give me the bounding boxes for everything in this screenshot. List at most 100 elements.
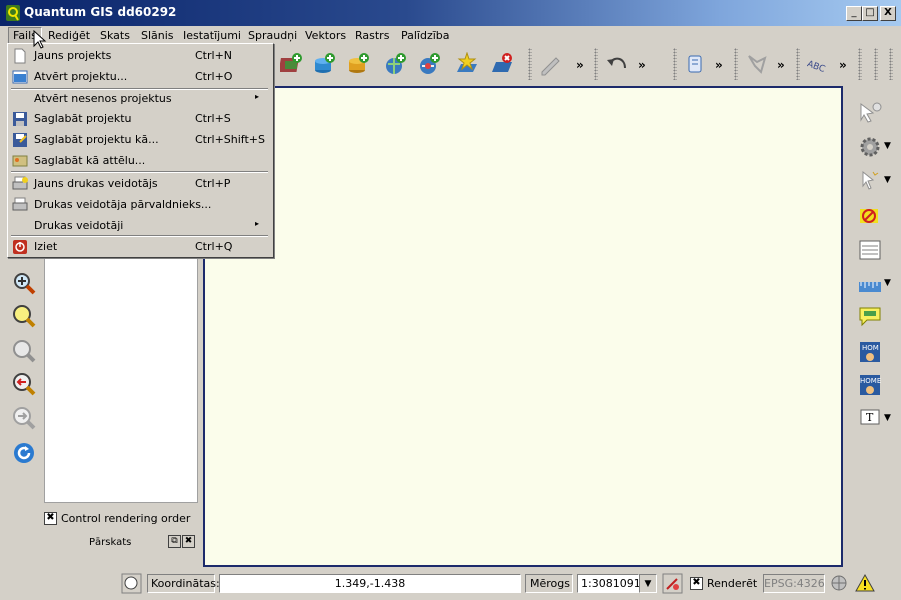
toolbar-overflow-4[interactable]: » [777,58,785,72]
toolbar-overflow-2[interactable]: » [638,58,646,72]
crs-button[interactable]: EPSG:4326 [763,574,825,593]
add-postgis-layer-icon[interactable] [313,52,337,76]
zoom-last-icon[interactable] [11,371,37,397]
menu-item-print-composers[interactable]: Drukas veidotāji ▸ [8,216,271,235]
minimize-button[interactable]: _ [846,6,862,21]
menu-item-exit[interactable]: Iziet Ctrl+Q [8,237,271,256]
close-button[interactable]: X [880,6,896,21]
new-bookmark-icon[interactable]: HOM [857,339,883,365]
toolbar-overflow-3[interactable]: » [715,58,723,72]
toolbar-grip[interactable] [528,48,532,80]
svg-text:HOM: HOM [862,344,879,352]
messages-icon[interactable] [121,573,142,594]
menu-item-label: Jauns drukas veidotājs [34,177,158,190]
menu-raster[interactable]: Rastrs [351,28,393,44]
zoom-layer-icon[interactable] [11,338,37,364]
overview-close-button[interactable]: ✖ [182,535,195,548]
undo-icon[interactable] [605,52,629,76]
toggle-editing-icon[interactable] [538,52,562,76]
coordinates-display[interactable]: 1.349,-1.438 [219,574,521,593]
zoom-next-icon[interactable] [11,405,37,431]
text-annotation-icon[interactable]: T [857,406,883,432]
select-features-icon[interactable] [857,168,883,194]
svg-text:HOME: HOME [860,377,881,385]
toolbar-grip[interactable] [858,48,862,80]
add-spatialite-layer-icon[interactable] [347,52,371,76]
menu-item-new-project[interactable]: Jauns projekts Ctrl+N [8,46,271,65]
new-shapefile-layer-icon[interactable] [455,52,479,76]
label-tool-icon[interactable]: ABC [807,52,831,76]
toolbar-grip[interactable] [796,48,800,80]
maximize-button[interactable]: □ [862,6,878,21]
render-label: Renderēt [707,577,758,590]
toolbar-grip[interactable] [673,48,677,80]
submenu-arrow-icon: ▸ [255,92,260,101]
render-checkbox[interactable]: ✖ [690,577,703,590]
mouse-cursor-icon [33,30,47,49]
settings-gear-icon[interactable] [857,134,883,160]
menu-view[interactable]: Skats [96,28,134,44]
menu-vector[interactable]: Vektors [301,28,350,44]
menu-item-new-print-composer[interactable]: Jauns drukas veidotājs Ctrl+P [8,174,271,193]
stop-render-icon[interactable] [662,573,683,594]
zoom-full-icon[interactable] [11,303,37,329]
python-console-icon[interactable] [683,52,707,76]
menu-item-open-project[interactable]: Atvērt projektu... Ctrl+O [8,67,271,86]
scale-combobox[interactable]: 1:3081091 [577,574,641,593]
save-project-icon [13,112,27,126]
toolbar-overflow-5[interactable]: » [839,58,847,72]
menu-item-save-project[interactable]: Saglabāt projektu Ctrl+S [8,109,271,128]
menu-item-save-as-image[interactable]: Saglabāt kā attēlu... [8,151,271,170]
scale-dropdown-button[interactable]: ▼ [639,574,657,593]
menu-help[interactable]: Palīdzība [397,28,454,44]
show-bookmarks-icon[interactable]: HOME [857,372,883,398]
remove-layer-icon[interactable] [490,52,514,76]
menu-item-shortcut: Ctrl+P [195,177,231,190]
chevron-down-icon[interactable]: ▼ [884,278,891,288]
toolbar-grip[interactable] [734,48,738,80]
node-tool-icon[interactable] [745,52,769,76]
crs-status-icon[interactable] [829,573,850,594]
add-wfs-layer-icon[interactable] [418,52,442,76]
toolbar-overflow-1[interactable]: » [576,58,584,72]
save-image-icon [12,155,28,167]
add-wms-layer-icon[interactable] [384,52,408,76]
map-canvas[interactable] [203,86,843,567]
menu-item-save-project-as[interactable]: Saglabāt projektu kā... Ctrl+Shift+S [8,130,271,149]
chevron-down-icon[interactable]: ▼ [884,141,891,151]
deselect-features-icon[interactable] [857,203,883,229]
menu-settings[interactable]: Iestatījumi [179,28,245,44]
zoom-in-icon[interactable] [11,270,37,296]
toolbar-grip[interactable] [594,48,598,80]
window-title: Quantum GIS dd60292 [24,5,177,19]
svg-text:ABC: ABC [807,59,826,75]
overview-float-button[interactable]: ⧉ [168,535,181,548]
menu-item-label: Atvērt projektu... [34,70,128,83]
qgis-logo-icon [6,5,20,21]
menu-layer[interactable]: Slānis [137,28,178,44]
measure-icon[interactable] [857,272,883,298]
identify-icon[interactable] [857,101,883,127]
submenu-arrow-icon: ▸ [255,219,260,228]
chevron-down-icon[interactable]: ▼ [884,175,891,185]
menu-item-recent-projects[interactable]: Atvērt nesenos projektus ▸ [8,89,271,108]
menu-plugins[interactable]: Spraudņi [244,28,301,44]
title-bar: Quantum GIS dd60292 [0,0,901,26]
menu-item-composer-manager[interactable]: Drukas veidotāja pārvaldnieks... [8,195,271,214]
map-tips-icon[interactable] [857,304,883,330]
add-raster-layer-icon[interactable] [280,52,304,76]
file-menu-dropdown: Jauns projekts Ctrl+N Atvērt projektu...… [7,43,274,258]
menu-item-shortcut: Ctrl+O [195,70,233,83]
chevron-down-icon[interactable]: ▼ [884,413,891,423]
toolbar-grip[interactable] [874,48,878,80]
menu-edit[interactable]: Rediģēt [44,28,94,44]
menu-item-label: Drukas veidotāji [34,219,124,232]
composer-manager-icon [12,197,28,211]
warning-icon[interactable] [855,573,876,594]
layers-panel[interactable] [44,255,198,503]
control-rendering-order-checkbox[interactable]: ✖ [44,512,57,525]
toolbar-grip[interactable] [889,48,893,80]
attribute-table-icon[interactable] [857,237,883,263]
svg-text:T: T [866,411,874,424]
refresh-icon[interactable] [11,440,37,466]
